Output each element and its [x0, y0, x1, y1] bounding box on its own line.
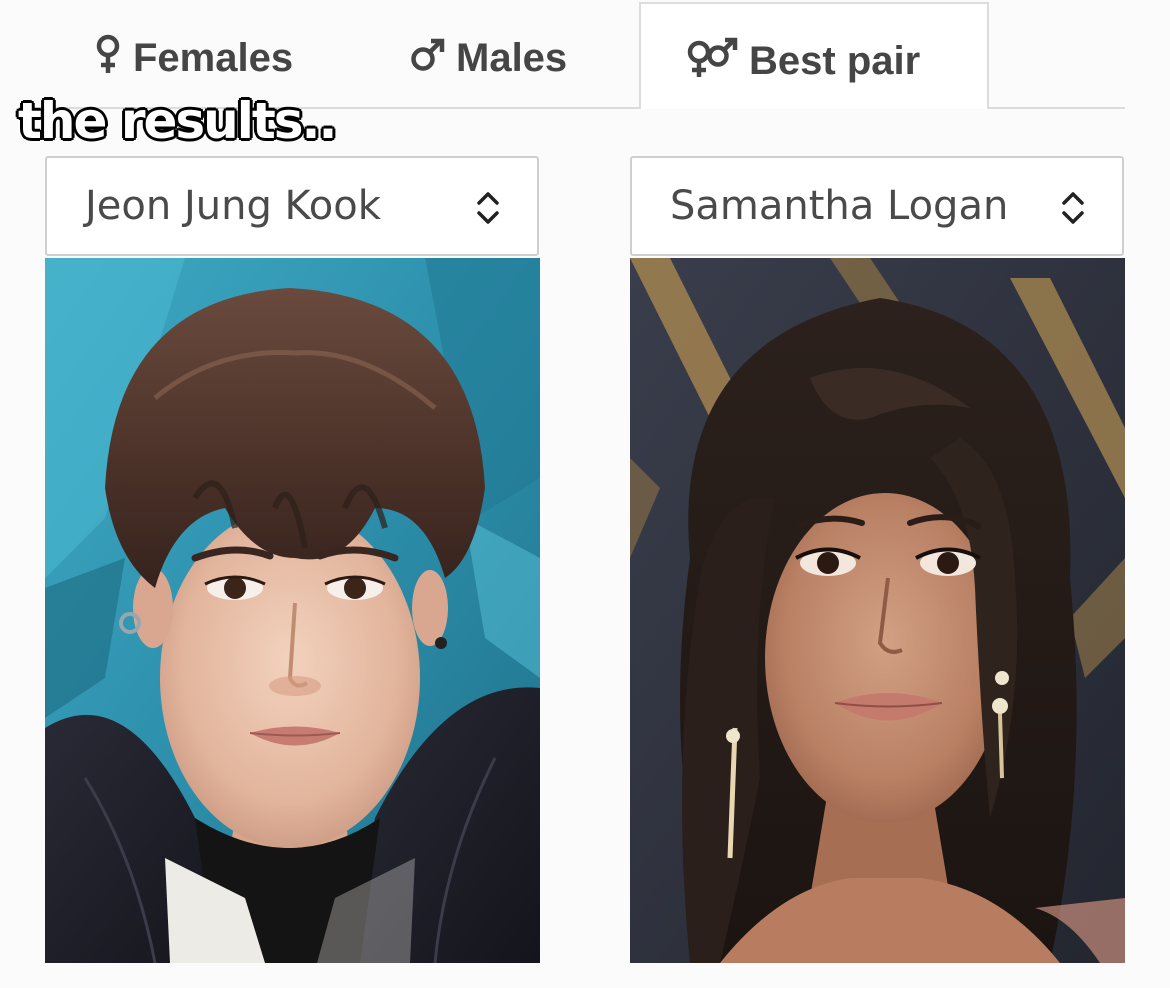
left-person-select[interactable]: Jeon Jung Kook: [45, 156, 539, 256]
tab-best-pair[interactable]: Best pair: [639, 2, 989, 109]
right-person-select-value: Samantha Logan: [670, 183, 1009, 229]
female-symbol-icon: [93, 34, 123, 83]
tab-males[interactable]: Males: [410, 18, 567, 98]
right-person-select[interactable]: Samantha Logan: [630, 156, 1124, 256]
left-person-select-value: Jeon Jung Kook: [85, 183, 381, 229]
pair-symbol-icon: [685, 36, 739, 87]
tab-females-label: Females: [133, 35, 294, 80]
tab-females[interactable]: Females: [93, 18, 293, 98]
chevron-up-down-icon: [1062, 192, 1084, 224]
tab-males-label: Males: [456, 35, 568, 80]
chevron-up-down-icon: [477, 192, 499, 224]
overlay-caption: the results..: [17, 91, 340, 152]
portrait-photo-female: [630, 258, 1125, 963]
tab-best-pair-label: Best pair: [749, 39, 921, 83]
male-symbol-icon: [410, 37, 446, 80]
portrait-photo-male: [45, 258, 540, 963]
page: Females Males Best pair the results.. Je…: [0, 0, 1170, 988]
